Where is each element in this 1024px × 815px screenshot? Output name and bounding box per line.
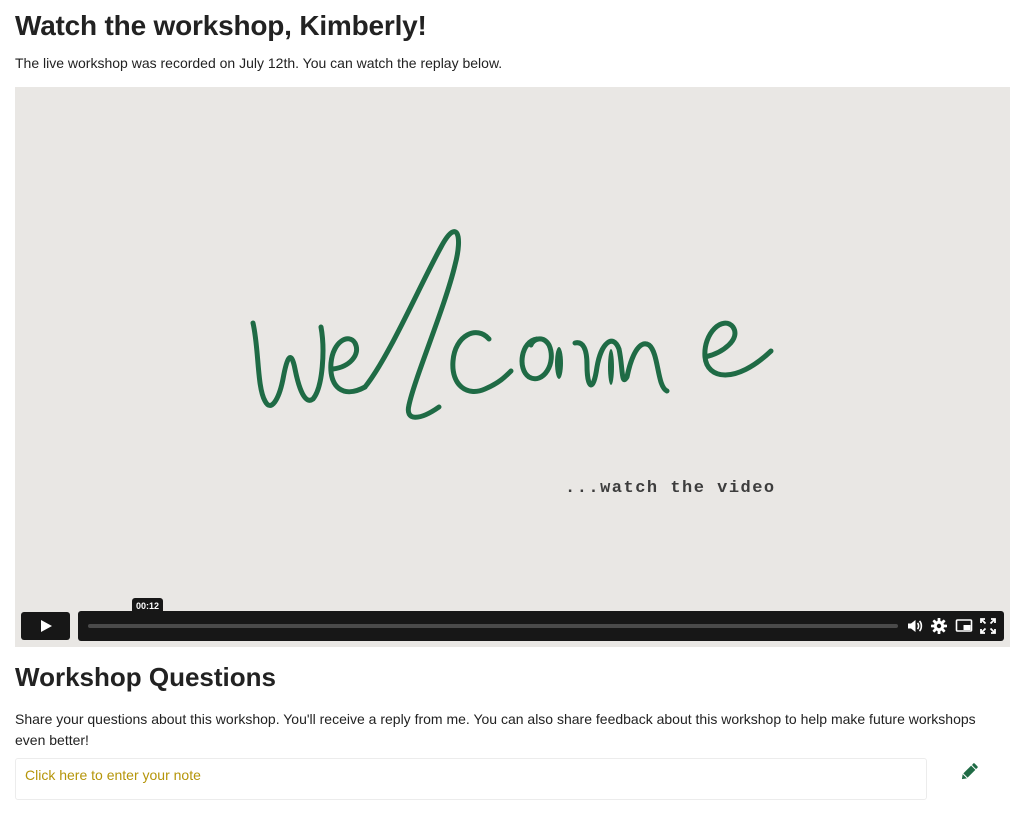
page-subtitle: The live workshop was recorded on July 1… — [15, 55, 503, 71]
video-controls: 00:12 — [21, 598, 1004, 641]
picture-in-picture-icon[interactable] — [955, 617, 973, 635]
settings-icon[interactable] — [930, 617, 948, 635]
play-icon — [40, 620, 52, 632]
page-title: Watch the workshop, Kimberly! — [15, 10, 427, 41]
note-input[interactable]: Click here to enter your note — [15, 758, 927, 800]
section-heading: Workshop Questions — [15, 662, 276, 692]
pencil-icon[interactable] — [958, 761, 980, 783]
progress-bar-container: 00:12 — [78, 598, 1004, 641]
play-button[interactable] — [21, 612, 70, 640]
workshop-page: Watch the workshop, Kimberly! The live w… — [0, 0, 1024, 815]
section-description: Share your questions about this workshop… — [15, 711, 976, 748]
welcome-script-poster — [250, 229, 774, 420]
progress-track[interactable] — [88, 624, 898, 628]
fullscreen-icon[interactable] — [979, 617, 997, 635]
volume-icon[interactable] — [906, 617, 924, 635]
time-tooltip: 00:12 — [132, 598, 164, 615]
video-player[interactable]: ...watch the video 00:12 — [15, 87, 1010, 647]
video-tagline: ...watch the video — [565, 479, 776, 498]
